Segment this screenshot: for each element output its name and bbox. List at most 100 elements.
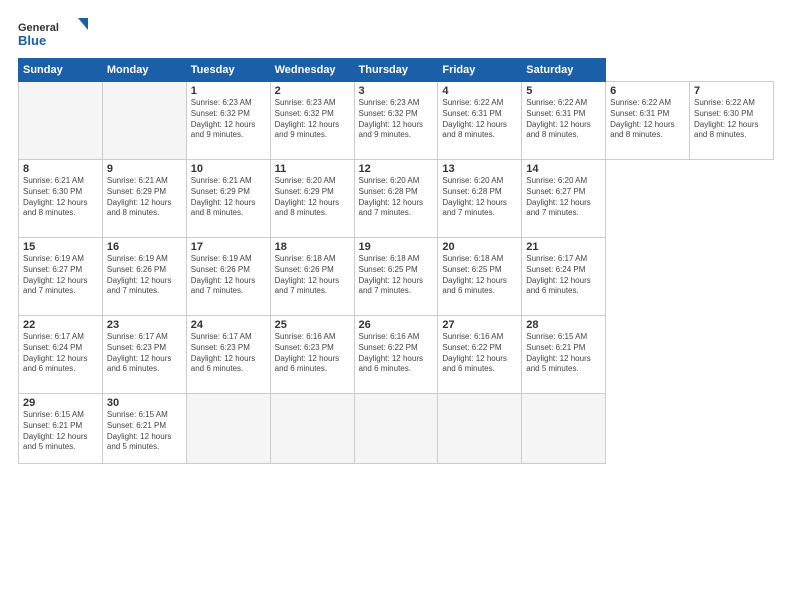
day-cell-24: 24 Sunrise: 6:17 AMSunset: 6:23 PMDaylig… — [186, 316, 270, 394]
day-info: Sunrise: 6:20 AMSunset: 6:28 PMDaylight:… — [442, 176, 517, 219]
day-info: Sunrise: 6:20 AMSunset: 6:28 PMDaylight:… — [359, 176, 434, 219]
day-cell-21: 21 Sunrise: 6:17 AMSunset: 6:24 PMDaylig… — [522, 238, 606, 316]
day-cell-28: 28 Sunrise: 6:15 AMSunset: 6:21 PMDaylig… — [522, 316, 606, 394]
day-cell-26: 26 Sunrise: 6:16 AMSunset: 6:22 PMDaylig… — [354, 316, 438, 394]
day-cell-19: 19 Sunrise: 6:18 AMSunset: 6:25 PMDaylig… — [354, 238, 438, 316]
day-cell-10: 10 Sunrise: 6:21 AMSunset: 6:29 PMDaylig… — [186, 160, 270, 238]
day-info: Sunrise: 6:19 AMSunset: 6:26 PMDaylight:… — [191, 254, 266, 297]
day-cell-2: 2 Sunrise: 6:23 AMSunset: 6:32 PMDayligh… — [270, 82, 354, 160]
day-info: Sunrise: 6:16 AMSunset: 6:22 PMDaylight:… — [359, 332, 434, 375]
day-cell-30: 30 Sunrise: 6:15 AMSunset: 6:21 PMDaylig… — [102, 394, 186, 464]
day-cell-16: 16 Sunrise: 6:19 AMSunset: 6:26 PMDaylig… — [102, 238, 186, 316]
day-cell-12: 12 Sunrise: 6:20 AMSunset: 6:28 PMDaylig… — [354, 160, 438, 238]
day-number: 12 — [359, 163, 434, 175]
header: General Blue — [18, 18, 774, 50]
weekday-header-thursday: Thursday — [354, 59, 438, 82]
empty-cell — [522, 394, 606, 464]
day-info: Sunrise: 6:22 AMSunset: 6:30 PMDaylight:… — [694, 98, 769, 141]
day-info: Sunrise: 6:18 AMSunset: 6:26 PMDaylight:… — [275, 254, 350, 297]
week-row-1: 1 Sunrise: 6:23 AMSunset: 6:32 PMDayligh… — [19, 82, 774, 160]
weekday-header-sunday: Sunday — [19, 59, 103, 82]
day-number: 27 — [442, 319, 517, 331]
week-row-2: 8 Sunrise: 6:21 AMSunset: 6:30 PMDayligh… — [19, 160, 774, 238]
calendar: SundayMondayTuesdayWednesdayThursdayFrid… — [18, 58, 774, 464]
day-number: 28 — [526, 319, 601, 331]
day-info: Sunrise: 6:21 AMSunset: 6:30 PMDaylight:… — [23, 176, 98, 219]
day-number: 5 — [526, 85, 601, 97]
day-cell-1: 1 Sunrise: 6:23 AMSunset: 6:32 PMDayligh… — [186, 82, 270, 160]
empty-cell — [19, 82, 103, 160]
weekday-header-friday: Friday — [438, 59, 522, 82]
day-number: 25 — [275, 319, 350, 331]
day-cell-18: 18 Sunrise: 6:18 AMSunset: 6:26 PMDaylig… — [270, 238, 354, 316]
day-number: 19 — [359, 241, 434, 253]
page: General Blue SundayMondayTuesdayWednesda… — [0, 0, 792, 612]
day-info: Sunrise: 6:18 AMSunset: 6:25 PMDaylight:… — [442, 254, 517, 297]
day-cell-29: 29 Sunrise: 6:15 AMSunset: 6:21 PMDaylig… — [19, 394, 103, 464]
weekday-header-monday: Monday — [102, 59, 186, 82]
day-number: 23 — [107, 319, 182, 331]
day-info: Sunrise: 6:20 AMSunset: 6:29 PMDaylight:… — [275, 176, 350, 219]
day-number: 29 — [23, 397, 98, 409]
day-cell-25: 25 Sunrise: 6:16 AMSunset: 6:23 PMDaylig… — [270, 316, 354, 394]
day-info: Sunrise: 6:21 AMSunset: 6:29 PMDaylight:… — [191, 176, 266, 219]
day-info: Sunrise: 6:22 AMSunset: 6:31 PMDaylight:… — [526, 98, 601, 141]
day-number: 8 — [23, 163, 98, 175]
empty-cell — [354, 394, 438, 464]
day-number: 24 — [191, 319, 266, 331]
day-info: Sunrise: 6:22 AMSunset: 6:31 PMDaylight:… — [610, 98, 685, 141]
week-row-5: 29 Sunrise: 6:15 AMSunset: 6:21 PMDaylig… — [19, 394, 774, 464]
day-info: Sunrise: 6:23 AMSunset: 6:32 PMDaylight:… — [191, 98, 266, 141]
day-info: Sunrise: 6:15 AMSunset: 6:21 PMDaylight:… — [107, 410, 182, 453]
day-info: Sunrise: 6:15 AMSunset: 6:21 PMDaylight:… — [23, 410, 98, 453]
day-cell-9: 9 Sunrise: 6:21 AMSunset: 6:29 PMDayligh… — [102, 160, 186, 238]
day-number: 10 — [191, 163, 266, 175]
day-cell-15: 15 Sunrise: 6:19 AMSunset: 6:27 PMDaylig… — [19, 238, 103, 316]
day-number: 22 — [23, 319, 98, 331]
day-number: 16 — [107, 241, 182, 253]
day-info: Sunrise: 6:22 AMSunset: 6:31 PMDaylight:… — [442, 98, 517, 141]
week-row-3: 15 Sunrise: 6:19 AMSunset: 6:27 PMDaylig… — [19, 238, 774, 316]
day-info: Sunrise: 6:21 AMSunset: 6:29 PMDaylight:… — [107, 176, 182, 219]
day-info: Sunrise: 6:19 AMSunset: 6:26 PMDaylight:… — [107, 254, 182, 297]
day-info: Sunrise: 6:15 AMSunset: 6:21 PMDaylight:… — [526, 332, 601, 375]
day-cell-23: 23 Sunrise: 6:17 AMSunset: 6:23 PMDaylig… — [102, 316, 186, 394]
day-cell-27: 27 Sunrise: 6:16 AMSunset: 6:22 PMDaylig… — [438, 316, 522, 394]
svg-text:Blue: Blue — [18, 33, 46, 48]
day-info: Sunrise: 6:19 AMSunset: 6:27 PMDaylight:… — [23, 254, 98, 297]
day-cell-22: 22 Sunrise: 6:17 AMSunset: 6:24 PMDaylig… — [19, 316, 103, 394]
logo-svg: General Blue — [18, 18, 88, 50]
weekday-header-wednesday: Wednesday — [270, 59, 354, 82]
day-cell-5: 5 Sunrise: 6:22 AMSunset: 6:31 PMDayligh… — [522, 82, 606, 160]
weekday-header-row: SundayMondayTuesdayWednesdayThursdayFrid… — [19, 59, 774, 82]
empty-cell — [186, 394, 270, 464]
day-number: 6 — [610, 85, 685, 97]
day-cell-8: 8 Sunrise: 6:21 AMSunset: 6:30 PMDayligh… — [19, 160, 103, 238]
day-number: 20 — [442, 241, 517, 253]
day-info: Sunrise: 6:16 AMSunset: 6:22 PMDaylight:… — [442, 332, 517, 375]
day-number: 26 — [359, 319, 434, 331]
weekday-header-saturday: Saturday — [522, 59, 606, 82]
weekday-header-tuesday: Tuesday — [186, 59, 270, 82]
day-cell-17: 17 Sunrise: 6:19 AMSunset: 6:26 PMDaylig… — [186, 238, 270, 316]
day-info: Sunrise: 6:23 AMSunset: 6:32 PMDaylight:… — [275, 98, 350, 141]
day-number: 7 — [694, 85, 769, 97]
day-number: 11 — [275, 163, 350, 175]
empty-cell — [270, 394, 354, 464]
day-number: 21 — [526, 241, 601, 253]
day-info: Sunrise: 6:23 AMSunset: 6:32 PMDaylight:… — [359, 98, 434, 141]
day-cell-4: 4 Sunrise: 6:22 AMSunset: 6:31 PMDayligh… — [438, 82, 522, 160]
day-number: 3 — [359, 85, 434, 97]
day-cell-20: 20 Sunrise: 6:18 AMSunset: 6:25 PMDaylig… — [438, 238, 522, 316]
day-number: 30 — [107, 397, 182, 409]
day-cell-7: 7 Sunrise: 6:22 AMSunset: 6:30 PMDayligh… — [690, 82, 774, 160]
empty-cell — [102, 82, 186, 160]
day-cell-3: 3 Sunrise: 6:23 AMSunset: 6:32 PMDayligh… — [354, 82, 438, 160]
day-info: Sunrise: 6:20 AMSunset: 6:27 PMDaylight:… — [526, 176, 601, 219]
day-number: 1 — [191, 85, 266, 97]
day-info: Sunrise: 6:16 AMSunset: 6:23 PMDaylight:… — [275, 332, 350, 375]
day-number: 17 — [191, 241, 266, 253]
day-number: 13 — [442, 163, 517, 175]
day-number: 2 — [275, 85, 350, 97]
day-cell-14: 14 Sunrise: 6:20 AMSunset: 6:27 PMDaylig… — [522, 160, 606, 238]
